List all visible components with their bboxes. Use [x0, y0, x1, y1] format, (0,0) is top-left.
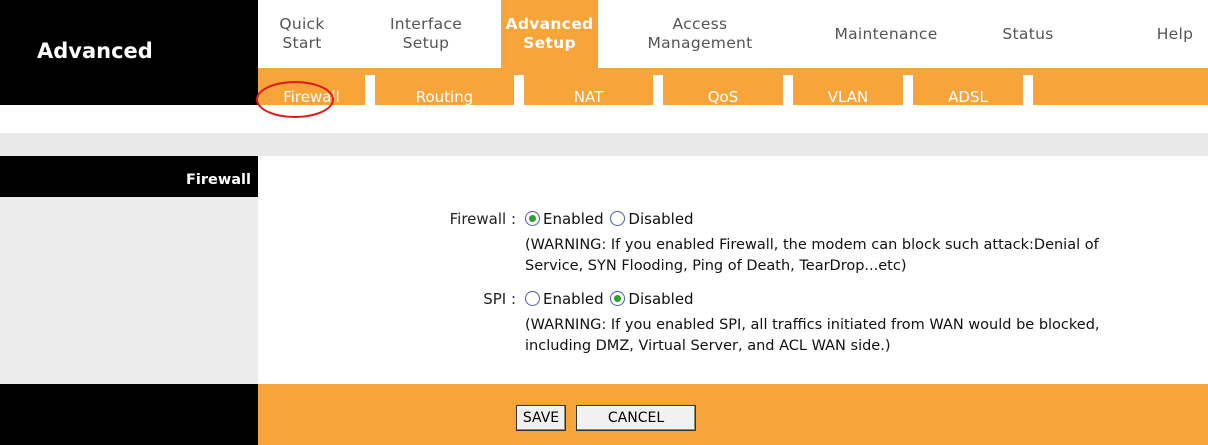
highlight-circle — [256, 81, 334, 118]
spi-disabled-radio[interactable] — [610, 291, 626, 306]
header-black-strip — [0, 84, 258, 105]
footer-bar — [258, 384, 1208, 445]
left-panel — [0, 197, 258, 384]
subnav-separator — [903, 75, 913, 105]
subnav-nat[interactable]: NAT — [524, 73, 653, 106]
nav-quick-start[interactable]: Quick Start — [258, 0, 346, 68]
subnav-separator — [1023, 75, 1033, 105]
subnav-separator — [365, 75, 375, 105]
subnav-separator — [653, 75, 663, 105]
firewall-disabled-label: Disabled — [628, 210, 694, 228]
page-section-title: Advanced — [0, 0, 258, 84]
grey-band — [0, 133, 1208, 156]
cancel-button[interactable]: CANCEL — [576, 405, 696, 431]
firewall-enabled-label: Enabled — [543, 210, 604, 228]
nav-status[interactable]: Status — [988, 0, 1068, 68]
spi-warning-line1: (WARNING: If you enabled SPI, all traffi… — [525, 317, 1100, 333]
subnav-separator — [514, 75, 524, 105]
firewall-warning-line2: Service, SYN Flooding, Ping of Death, Te… — [525, 258, 907, 274]
save-button[interactable]: SAVE — [516, 405, 566, 431]
spi-warning-line2: including DMZ, Virtual Server, and ACL W… — [525, 338, 891, 354]
nav-help[interactable]: Help — [1142, 0, 1208, 68]
firewall-warning-line1: (WARNING: If you enabled Firewall, the m… — [525, 237, 1099, 253]
spi-label: SPI : — [483, 290, 516, 308]
subnav-routing[interactable]: Routing — [375, 73, 514, 106]
firewall-radio-group: Enabled Disabled — [525, 210, 694, 228]
nav-interface-setup[interactable]: Interface Setup — [368, 0, 484, 68]
spi-radio-group: Enabled Disabled — [525, 290, 694, 308]
spi-enabled-radio[interactable] — [525, 291, 540, 306]
firewall-label: Firewall : — [449, 210, 516, 228]
footer-left — [0, 384, 258, 445]
nav-maintenance[interactable]: Maintenance — [816, 0, 956, 68]
nav-advanced-setup[interactable]: Advanced Setup — [501, 0, 598, 68]
spi-disabled-label: Disabled — [628, 290, 694, 308]
subnav-qos[interactable]: QoS — [663, 73, 783, 106]
firewall-disabled-radio[interactable] — [610, 211, 626, 226]
main-nav: Quick Start Interface Setup Advanced Set… — [258, 0, 1208, 68]
subnav-adsl[interactable]: ADSL — [913, 73, 1023, 106]
subnav-vlan[interactable]: VLAN — [793, 73, 903, 106]
subnav-separator — [783, 75, 793, 105]
firewall-enabled-radio[interactable] — [525, 211, 540, 226]
section-heading: Firewall — [0, 156, 258, 197]
sub-nav: Firewall Routing NAT QoS VLAN ADSL — [258, 68, 1208, 106]
nav-access-management[interactable]: Access Management — [620, 0, 780, 68]
spi-enabled-label: Enabled — [543, 290, 604, 308]
